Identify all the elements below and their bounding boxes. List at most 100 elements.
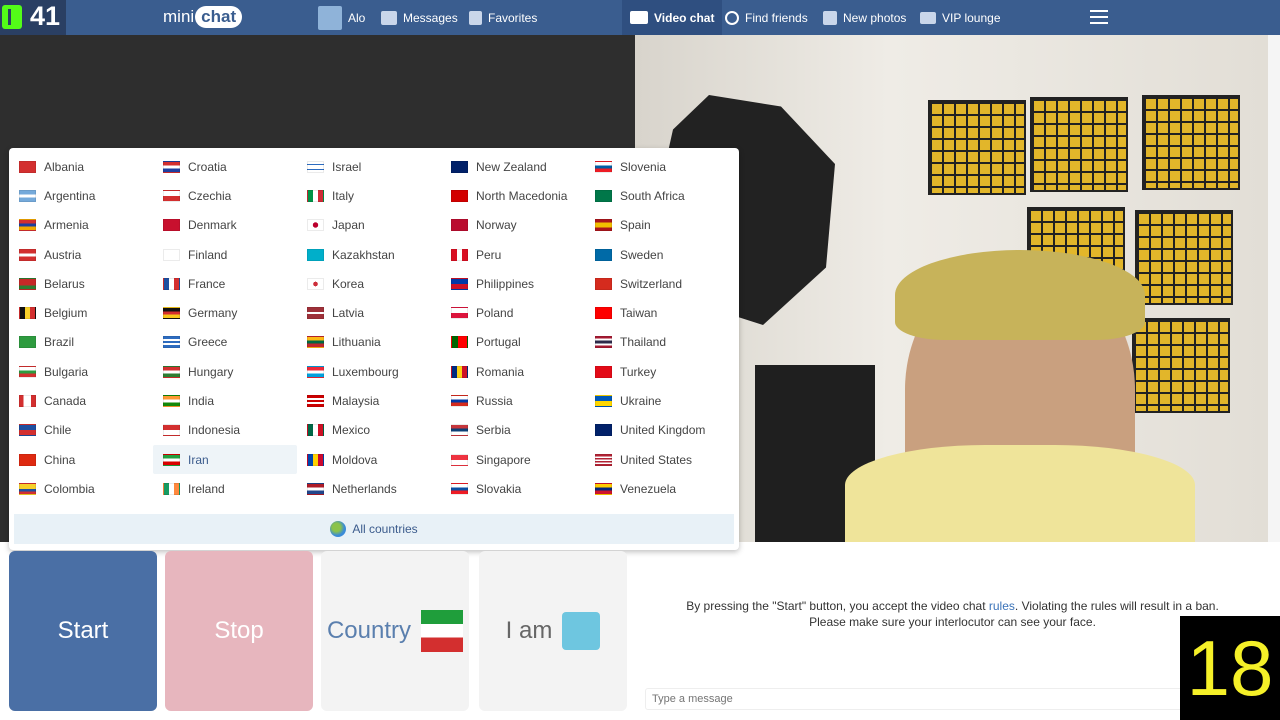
country-option[interactable]: Malaysia	[297, 386, 441, 415]
country-button[interactable]: Country	[321, 551, 469, 711]
country-option[interactable]: Turkey	[585, 357, 729, 386]
country-label: Slovakia	[476, 481, 522, 496]
country-option[interactable]: Portugal	[441, 328, 585, 357]
country-option[interactable]: Kazakhstan	[297, 240, 441, 269]
country-option[interactable]: Philippines	[441, 269, 585, 298]
country-option[interactable]: Belgium	[9, 298, 153, 327]
flag-icon	[307, 189, 324, 202]
country-option[interactable]: Latvia	[297, 298, 441, 327]
nav-vip-lounge[interactable]: VIP lounge	[920, 0, 1001, 35]
country-option[interactable]: Greece	[153, 328, 297, 357]
country-option[interactable]: New Zealand	[441, 152, 585, 181]
country-option[interactable]: Iran	[153, 444, 297, 475]
rules-link[interactable]: rules	[989, 599, 1015, 613]
country-option[interactable]: Brazil	[9, 328, 153, 357]
flag-icon	[451, 248, 468, 261]
nav-video-chat[interactable]: Video chat	[622, 0, 723, 35]
country-label: Kazakhstan	[332, 247, 395, 262]
country-option[interactable]: Spain	[585, 211, 729, 240]
i-am-label: I am	[505, 617, 553, 644]
nav-messages[interactable]: Messages	[381, 0, 458, 35]
country-option[interactable]: Czechia	[153, 181, 297, 210]
brand-mini: mini	[163, 7, 195, 26]
country-option[interactable]: Sweden	[585, 240, 729, 269]
country-label: Croatia	[188, 159, 227, 174]
country-option[interactable]: Belarus	[9, 269, 153, 298]
stop-button[interactable]: Stop	[165, 551, 313, 711]
nav-profile[interactable]: Alo	[318, 0, 365, 35]
country-option[interactable]: Serbia	[441, 416, 585, 445]
country-option[interactable]: Norway	[441, 211, 585, 240]
flag-icon	[19, 424, 36, 437]
country-option[interactable]: Slovenia	[585, 152, 729, 181]
country-option[interactable]: Albania	[9, 152, 153, 181]
rules-notice: By pressing the "Start" button, you acce…	[645, 598, 1260, 630]
country-option[interactable]: Argentina	[9, 181, 153, 210]
flag-icon	[451, 277, 468, 290]
country-option[interactable]: Moldova	[297, 445, 441, 474]
nav-favorites[interactable]: Favorites	[469, 0, 537, 35]
country-option[interactable]: Netherlands	[297, 474, 441, 503]
flag-icon	[163, 189, 180, 202]
country-option[interactable]: Bulgaria	[9, 357, 153, 386]
country-option[interactable]: Ireland	[153, 474, 297, 503]
country-option[interactable]: Slovakia	[441, 474, 585, 503]
country-option[interactable]: Venezuela	[585, 474, 729, 503]
country-option[interactable]: United Kingdom	[585, 416, 729, 445]
flag-icon	[595, 482, 612, 495]
country-label: Spain	[620, 218, 651, 233]
country-label: Country	[326, 617, 412, 644]
country-option[interactable]: Romania	[441, 357, 585, 386]
nav-new-photos[interactable]: New photos	[823, 0, 906, 35]
country-option[interactable]: United States	[585, 445, 729, 474]
menu-icon[interactable]	[1090, 10, 1108, 24]
country-option[interactable]: Croatia	[153, 152, 297, 181]
country-option[interactable]: Indonesia	[153, 416, 297, 445]
country-option[interactable]: Italy	[297, 181, 441, 210]
country-label: Belgium	[44, 306, 88, 321]
country-option[interactable]: Lithuania	[297, 328, 441, 357]
country-option[interactable]: Japan	[297, 211, 441, 240]
country-option[interactable]: North Macedonia	[441, 181, 585, 210]
country-option[interactable]: Israel	[297, 152, 441, 181]
country-option[interactable]: Canada	[9, 386, 153, 415]
country-option[interactable]: Switzerland	[585, 269, 729, 298]
country-option[interactable]: Colombia	[9, 474, 153, 503]
video-icon	[630, 11, 648, 24]
country-option[interactable]: France	[153, 269, 297, 298]
country-option[interactable]: Ukraine	[585, 386, 729, 415]
all-countries-button[interactable]: All countries	[14, 514, 734, 544]
message-input[interactable]	[645, 688, 1185, 710]
country-option[interactable]: Singapore	[441, 445, 585, 474]
country-option[interactable]: Chile	[9, 416, 153, 445]
country-option[interactable]: Denmark	[153, 211, 297, 240]
country-option[interactable]: Armenia	[9, 211, 153, 240]
minichat-logo[interactable]: mini chat	[163, 6, 243, 28]
i-am-button[interactable]: I am	[479, 551, 627, 711]
country-option[interactable]: South Africa	[585, 181, 729, 210]
nav-find-friends[interactable]: Find friends	[725, 0, 808, 35]
flag-icon	[451, 307, 468, 320]
flag-icon	[19, 453, 36, 466]
stream-overlay-logo: 41	[0, 0, 66, 35]
country-option[interactable]: Thailand	[585, 328, 729, 357]
country-label: Norway	[476, 218, 517, 233]
country-option[interactable]: Hungary	[153, 357, 297, 386]
country-option[interactable]: Luxembourg	[297, 357, 441, 386]
country-option[interactable]: Poland	[441, 298, 585, 327]
scrollbar[interactable]	[1268, 35, 1280, 542]
country-option[interactable]: China	[9, 445, 153, 474]
country-option[interactable]: Germany	[153, 298, 297, 327]
country-option[interactable]: Peru	[441, 240, 585, 269]
country-option[interactable]: India	[153, 386, 297, 415]
country-option[interactable]: Russia	[441, 386, 585, 415]
start-button[interactable]: Start	[9, 551, 157, 711]
country-option[interactable]: Austria	[9, 240, 153, 269]
nav-label: Video chat	[654, 10, 715, 25]
country-option[interactable]: Taiwan	[585, 298, 729, 327]
country-option[interactable]: Finland	[153, 240, 297, 269]
country-option[interactable]: Korea	[297, 269, 441, 298]
flag-icon	[595, 424, 612, 437]
country-option[interactable]: Mexico	[297, 416, 441, 445]
country-label: Austria	[44, 247, 82, 262]
